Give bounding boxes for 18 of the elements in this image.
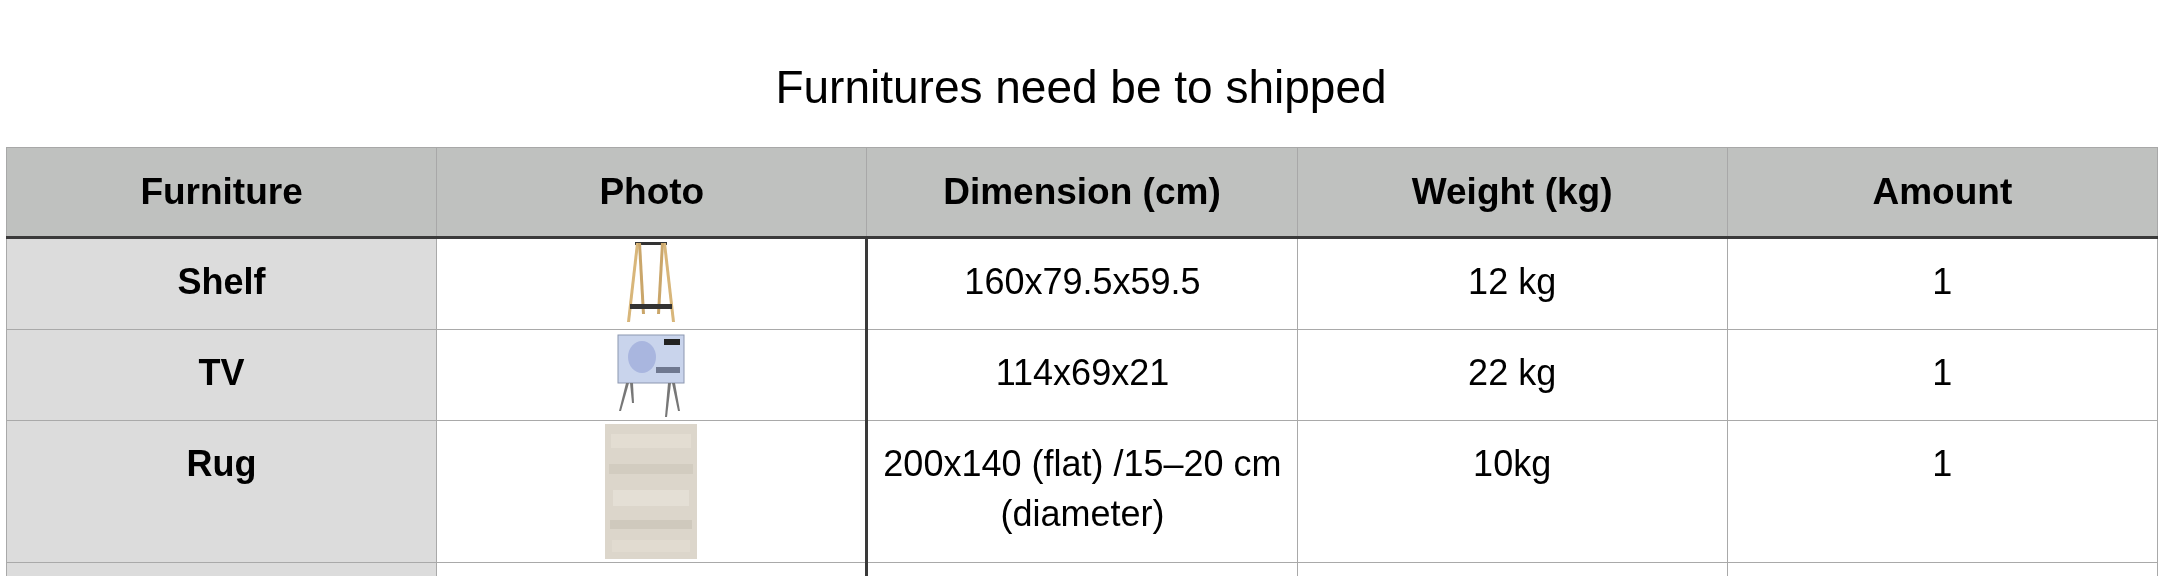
table-cell: 1 — [1727, 237, 2158, 330]
table-cell: Shelf — [6, 237, 437, 330]
table-cell: 160x79.5x59.5 — [866, 237, 1298, 330]
table-title: Furnitures need be to shipped — [775, 59, 1387, 114]
table-cell: 22 kg — [1297, 329, 1728, 421]
table-cell: 10kg — [1297, 420, 1728, 563]
column-header: Dimension (cm) — [866, 147, 1298, 238]
table-cell: 200x140 (flat) /15–20 cm (diameter) — [866, 420, 1298, 563]
column-header: Photo — [436, 147, 867, 238]
column-header: Furniture — [6, 147, 437, 238]
table-cell: TV — [6, 329, 437, 421]
table-cell: 1 — [1727, 420, 2158, 563]
column-header: Weight (kg) — [1297, 147, 1728, 238]
table-cell: Rug — [6, 420, 437, 563]
column-header: Amount — [1727, 147, 2158, 238]
table-cell: 12 kg — [1297, 237, 1728, 330]
table-cell: 1 — [1727, 329, 2158, 421]
table-cell: 114x69x21 — [866, 329, 1298, 421]
